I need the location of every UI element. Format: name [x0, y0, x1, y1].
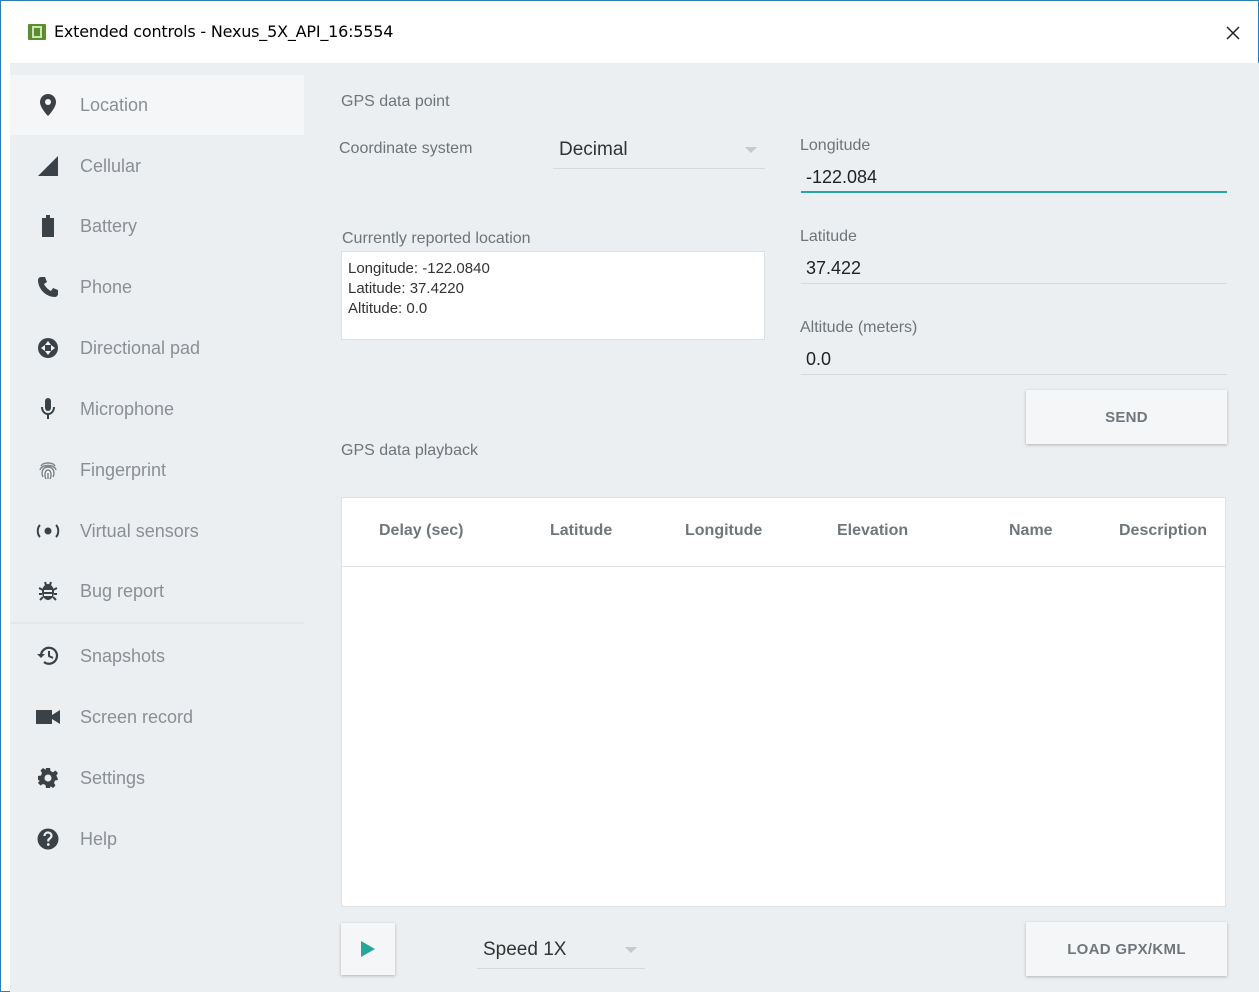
speed-value: Speed 1X [483, 939, 567, 960]
microphone-icon [36, 397, 60, 421]
play-button[interactable] [341, 923, 395, 975]
altitude-input[interactable] [801, 345, 1227, 375]
help-icon [36, 827, 60, 851]
reported-altitude: Altitude: 0.0 [348, 300, 428, 317]
column-elevation[interactable]: Elevation [837, 522, 908, 540]
chevron-down-icon [745, 147, 757, 153]
sidebar-item-label: Snapshots [80, 645, 166, 666]
load-gpx-kml-button[interactable]: LOAD GPX/KML [1026, 922, 1227, 976]
sidebar-item-label: Bug report [80, 580, 165, 601]
location-pin-icon [36, 93, 60, 117]
sidebar-item-label: Screen record [80, 706, 194, 727]
reported-location-box: Longitude: -122.0840 Latitude: 37.4220 A… [341, 251, 765, 340]
coordinate-system-dropdown[interactable]: Decimal [553, 135, 765, 169]
coordinate-system-value: Decimal [559, 139, 628, 160]
gps-data-point-title: GPS data point [341, 93, 450, 110]
sidebar-divider [10, 622, 304, 624]
altitude-label: Altitude (meters) [800, 319, 918, 336]
location-panel: GPS data point Coordinate system Decimal… [304, 63, 1259, 992]
cellular-signal-icon [36, 154, 60, 178]
column-delay[interactable]: Delay (sec) [379, 522, 464, 540]
gps-playback-table[interactable]: Delay (sec) Latitude Longitude Elevation… [341, 497, 1226, 907]
column-longitude[interactable]: Longitude [685, 522, 762, 540]
window-title: Extended controls - Nexus_5X_API_16:5554 [54, 22, 394, 41]
sidebar-item-label: Help [80, 828, 118, 849]
extended-controls-window: Extended controls - Nexus_5X_API_16:5554… [0, 0, 1259, 992]
reported-latitude: Latitude: 37.4220 [348, 280, 464, 297]
currently-reported-location-label: Currently reported location [342, 230, 531, 247]
virtual-sensors-icon [36, 519, 60, 543]
video-camera-icon [36, 705, 60, 729]
snapshot-history-icon [36, 644, 60, 668]
sidebar-item-label: Settings [80, 767, 146, 788]
sidebar-item-settings[interactable]: Settings [10, 748, 304, 808]
sidebar-item-fingerprint[interactable]: Fingerprint [10, 440, 304, 500]
send-button[interactable]: SEND [1026, 390, 1227, 444]
close-icon [1226, 26, 1240, 40]
bug-icon [36, 579, 60, 603]
sidebar-item-bug-report[interactable]: Bug report [10, 561, 304, 621]
sidebar-item-label: Location [80, 94, 149, 115]
gps-data-playback-title: GPS data playback [341, 442, 478, 459]
chevron-down-icon [625, 947, 637, 953]
column-name[interactable]: Name [1009, 522, 1053, 540]
sidebar-item-screen-record[interactable]: Screen record [10, 687, 304, 747]
sidebar-item-label: Virtual sensors [80, 520, 199, 541]
sidebar-item-location[interactable]: Location [10, 75, 304, 135]
sidebar-item-snapshots[interactable]: Snapshots [10, 626, 304, 686]
sidebar-item-directional-pad[interactable]: Directional pad [10, 318, 304, 378]
sidebar-item-help[interactable]: Help [10, 809, 304, 869]
latitude-input[interactable] [801, 254, 1227, 284]
sidebar-item-label: Phone [80, 276, 133, 297]
fingerprint-icon [36, 458, 60, 482]
speed-dropdown[interactable]: Speed 1X [477, 935, 645, 969]
title-bar: Extended controls - Nexus_5X_API_16:5554 [1, 1, 1258, 63]
close-button[interactable] [1215, 15, 1251, 51]
emulator-app-icon [28, 24, 46, 40]
column-latitude[interactable]: Latitude [550, 522, 612, 540]
longitude-input[interactable] [801, 163, 1227, 193]
dpad-icon [36, 336, 60, 360]
sidebar-item-label: Battery [80, 215, 138, 236]
sidebar-item-label: Cellular [80, 155, 142, 176]
sidebar-item-label: Fingerprint [80, 459, 167, 480]
phone-icon [36, 275, 60, 299]
table-header: Delay (sec) Latitude Longitude Elevation… [342, 498, 1225, 567]
sidebar-item-microphone[interactable]: Microphone [10, 379, 304, 439]
play-icon [361, 941, 375, 957]
battery-icon [36, 214, 60, 238]
column-description[interactable]: Description [1119, 522, 1207, 540]
coordinate-system-label: Coordinate system [339, 140, 473, 157]
longitude-label: Longitude [800, 137, 871, 154]
sidebar: Location Cellular Battery Phone Directio… [10, 63, 304, 992]
sidebar-item-virtual-sensors[interactable]: Virtual sensors [10, 501, 304, 561]
sidebar-item-battery[interactable]: Battery [10, 196, 304, 256]
sidebar-item-cellular[interactable]: Cellular [10, 136, 304, 196]
sidebar-item-label: Microphone [80, 398, 175, 419]
reported-longitude: Longitude: -122.0840 [348, 260, 490, 277]
gear-icon [36, 766, 60, 790]
sidebar-item-phone[interactable]: Phone [10, 257, 304, 317]
latitude-label: Latitude [800, 228, 857, 245]
sidebar-item-label: Directional pad [80, 337, 201, 358]
